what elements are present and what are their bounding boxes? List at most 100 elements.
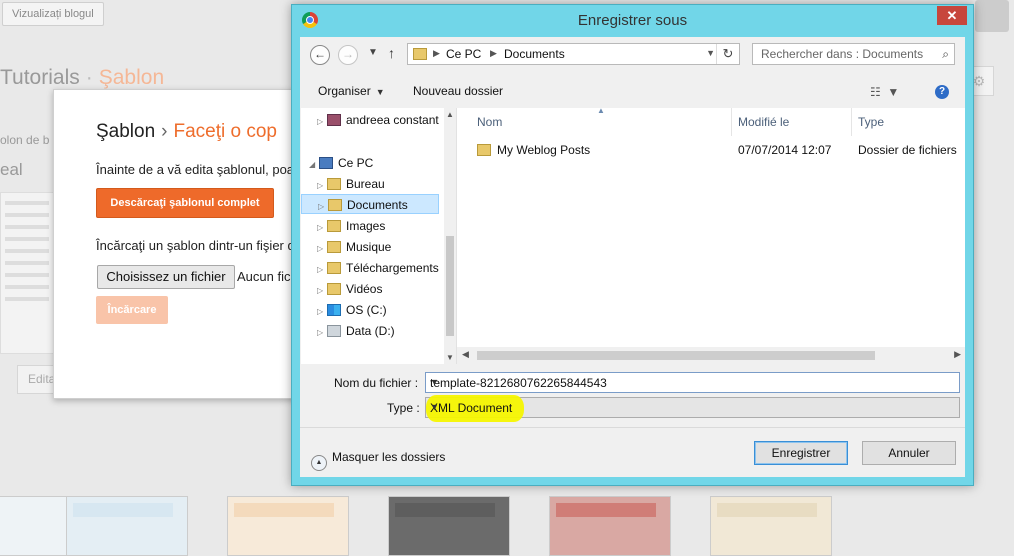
tree-item-os-drive[interactable]: ▷ OS (C:)	[317, 300, 387, 320]
scrollbar-thumb[interactable]	[446, 236, 454, 336]
upload-button[interactable]: Încărcare	[96, 296, 168, 324]
recent-locations-chevron-icon[interactable]: ▼	[368, 47, 378, 58]
filename-label: Nom du fichier :	[334, 376, 419, 390]
tree-item-label: Vidéos	[346, 282, 383, 296]
template-thumbnail[interactable]	[549, 496, 671, 556]
column-header-modified[interactable]: Modifié le	[738, 115, 789, 129]
tree-item-this-pc[interactable]: ◢ Ce PC	[309, 153, 373, 173]
file-type-select[interactable]: XML Document ▼	[425, 395, 960, 422]
column-header-type[interactable]: Type	[858, 115, 884, 129]
back-arrow-icon[interactable]: ←	[310, 45, 330, 65]
help-icon[interactable]: ?	[935, 85, 949, 99]
tree-item-desktop[interactable]: ▷ Bureau	[317, 174, 385, 194]
folder-icon	[327, 220, 341, 232]
windows-drive-icon	[327, 304, 341, 316]
drive-icon	[327, 325, 341, 337]
tree-item-label: Ce PC	[338, 156, 374, 170]
scroll-down-icon[interactable]: ▼	[446, 353, 454, 362]
tree-item-data-drive[interactable]: ▷ Data (D:)	[317, 321, 395, 341]
tree-item-pictures[interactable]: ▷ Images	[317, 216, 385, 236]
tree-item-label: Musique	[346, 240, 392, 254]
tree-item-label: Documents	[347, 198, 408, 212]
refresh-icon[interactable]: ↻	[716, 44, 739, 64]
column-header-name[interactable]: Nom	[477, 115, 502, 129]
close-button[interactable]: ✕	[937, 6, 967, 25]
navigation-pane[interactable]: ▷ andreea constant ◢ Ce PC ▷ Bureau ▷ Docume…	[301, 108, 457, 364]
template-thumbnail[interactable]	[66, 496, 188, 556]
tree-item-label: Téléchargements	[346, 261, 439, 275]
column-divider[interactable]	[851, 108, 852, 136]
chevron-up-icon: ▲	[311, 455, 327, 471]
scroll-up-icon[interactable]: ▲	[446, 110, 454, 119]
upload-instructions: Încărcaţi un şablon dintr-un fişier d	[96, 238, 295, 253]
file-list[interactable]: ▲ Nom Modifié le Type My Weblog Posts 07…	[457, 106, 965, 364]
tree-item-user[interactable]: ▷ andreea constant	[317, 110, 439, 130]
avatar[interactable]	[975, 0, 1009, 32]
horizontal-scrollbar[interactable]: ◀ ▶	[457, 347, 965, 364]
tree-item-videos[interactable]: ▷ Vidéos	[317, 279, 382, 299]
scroll-left-icon[interactable]: ◀	[462, 349, 469, 360]
address-bar[interactable]: ▶ Ce PC ▶ Documents ▼ ↻	[407, 43, 740, 65]
chevron-down-icon[interactable]: ▼	[430, 402, 954, 412]
template-thumbnail[interactable]	[227, 496, 349, 556]
choose-file-button[interactable]: Choisissez un fichier	[97, 265, 235, 289]
divider	[300, 427, 965, 428]
save-as-dialog: Enregistrer sous ✕ ← → ▼ ↑ ▶ Ce PC ▶ Doc…	[291, 4, 974, 486]
file-name: My Weblog Posts	[497, 143, 591, 157]
template-thumbnail[interactable]	[388, 496, 510, 556]
folder-icon	[327, 283, 341, 295]
breadcrumb-root[interactable]: Tutorials	[0, 66, 80, 89]
address-segment-documents[interactable]: Documents	[504, 47, 565, 61]
dialog-body: ← → ▼ ↑ ▶ Ce PC ▶ Documents ▼ ↻ Recherch…	[300, 37, 965, 477]
view-blog-button[interactable]: Vizualizați blogul	[2, 2, 104, 26]
view-options-icon[interactable]: ☷ ▼	[870, 85, 899, 99]
filename-field[interactable]: template-8212680762265844543 ▼	[425, 372, 960, 393]
chevron-right-icon[interactable]: ▶	[433, 48, 440, 59]
save-button[interactable]: Enregistrer	[754, 441, 848, 465]
template-gallery	[0, 496, 1014, 556]
organize-label: Organiser	[318, 84, 371, 98]
address-segment-pc[interactable]: Ce PC	[446, 47, 481, 61]
breadcrumb-separator: ·	[85, 66, 93, 89]
folder-icon	[477, 144, 491, 156]
background-heading: eal	[0, 160, 23, 179]
search-placeholder: Rechercher dans : Documents	[761, 47, 924, 61]
chevron-down-icon[interactable]: ▼	[706, 48, 715, 58]
navigation-scrollbar[interactable]: ▲ ▼	[444, 108, 456, 364]
backup-instructions: Înainte de a vă edita şablonul, poa	[96, 162, 295, 177]
tree-item-documents[interactable]: ▷ Documents	[301, 194, 439, 214]
breadcrumb: Tutorials · Şablon	[0, 66, 164, 90]
user-icon	[327, 114, 341, 126]
scroll-right-icon[interactable]: ▶	[954, 349, 961, 360]
folder-icon	[327, 241, 341, 253]
panel-title: Şablon › Faceţi o cop	[96, 121, 277, 143]
tree-item-music[interactable]: ▷ Musique	[317, 237, 391, 257]
chevron-right-icon[interactable]: ▶	[490, 48, 497, 59]
column-divider[interactable]	[731, 108, 732, 136]
scrollbar-thumb[interactable]	[477, 351, 875, 360]
hide-folders-label: Masquer les dossiers	[332, 450, 446, 464]
organize-menu[interactable]: Organiser ▼	[318, 84, 385, 98]
hide-folders-toggle[interactable]: ▲ Masquer les dossiers	[311, 450, 445, 471]
cancel-button[interactable]: Annuler	[862, 441, 956, 465]
chevron-down-icon[interactable]: ▼	[430, 377, 954, 387]
dialog-title: Enregistrer sous	[577, 12, 688, 29]
tree-item-label: andreea constant	[346, 113, 439, 127]
no-file-chosen-text: Aucun fic	[237, 269, 291, 284]
file-type: Dossier de fichiers	[858, 143, 957, 157]
type-label: Type :	[387, 401, 420, 415]
download-template-button[interactable]: Descărcaţi şablonul complet	[96, 188, 274, 218]
new-folder-button[interactable]: Nouveau dossier	[413, 84, 503, 98]
forward-arrow-icon[interactable]: →	[338, 45, 358, 65]
tree-item-downloads[interactable]: ▷ Téléchargements	[317, 258, 439, 278]
list-item[interactable]: My Weblog Posts 07/07/2014 12:07 Dossier…	[477, 140, 957, 160]
folder-icon	[327, 262, 341, 274]
template-thumbnail[interactable]	[710, 496, 832, 556]
tree-item-label: Images	[346, 219, 386, 233]
search-icon[interactable]: ⌕	[942, 47, 949, 62]
sort-arrow-icon: ▲	[597, 106, 605, 115]
folder-icon	[327, 178, 341, 190]
up-arrow-icon[interactable]: ↑	[388, 45, 395, 61]
panel-title-current: Faceţi o cop	[173, 121, 278, 142]
search-input[interactable]: Rechercher dans : Documents ⌕	[752, 43, 955, 65]
